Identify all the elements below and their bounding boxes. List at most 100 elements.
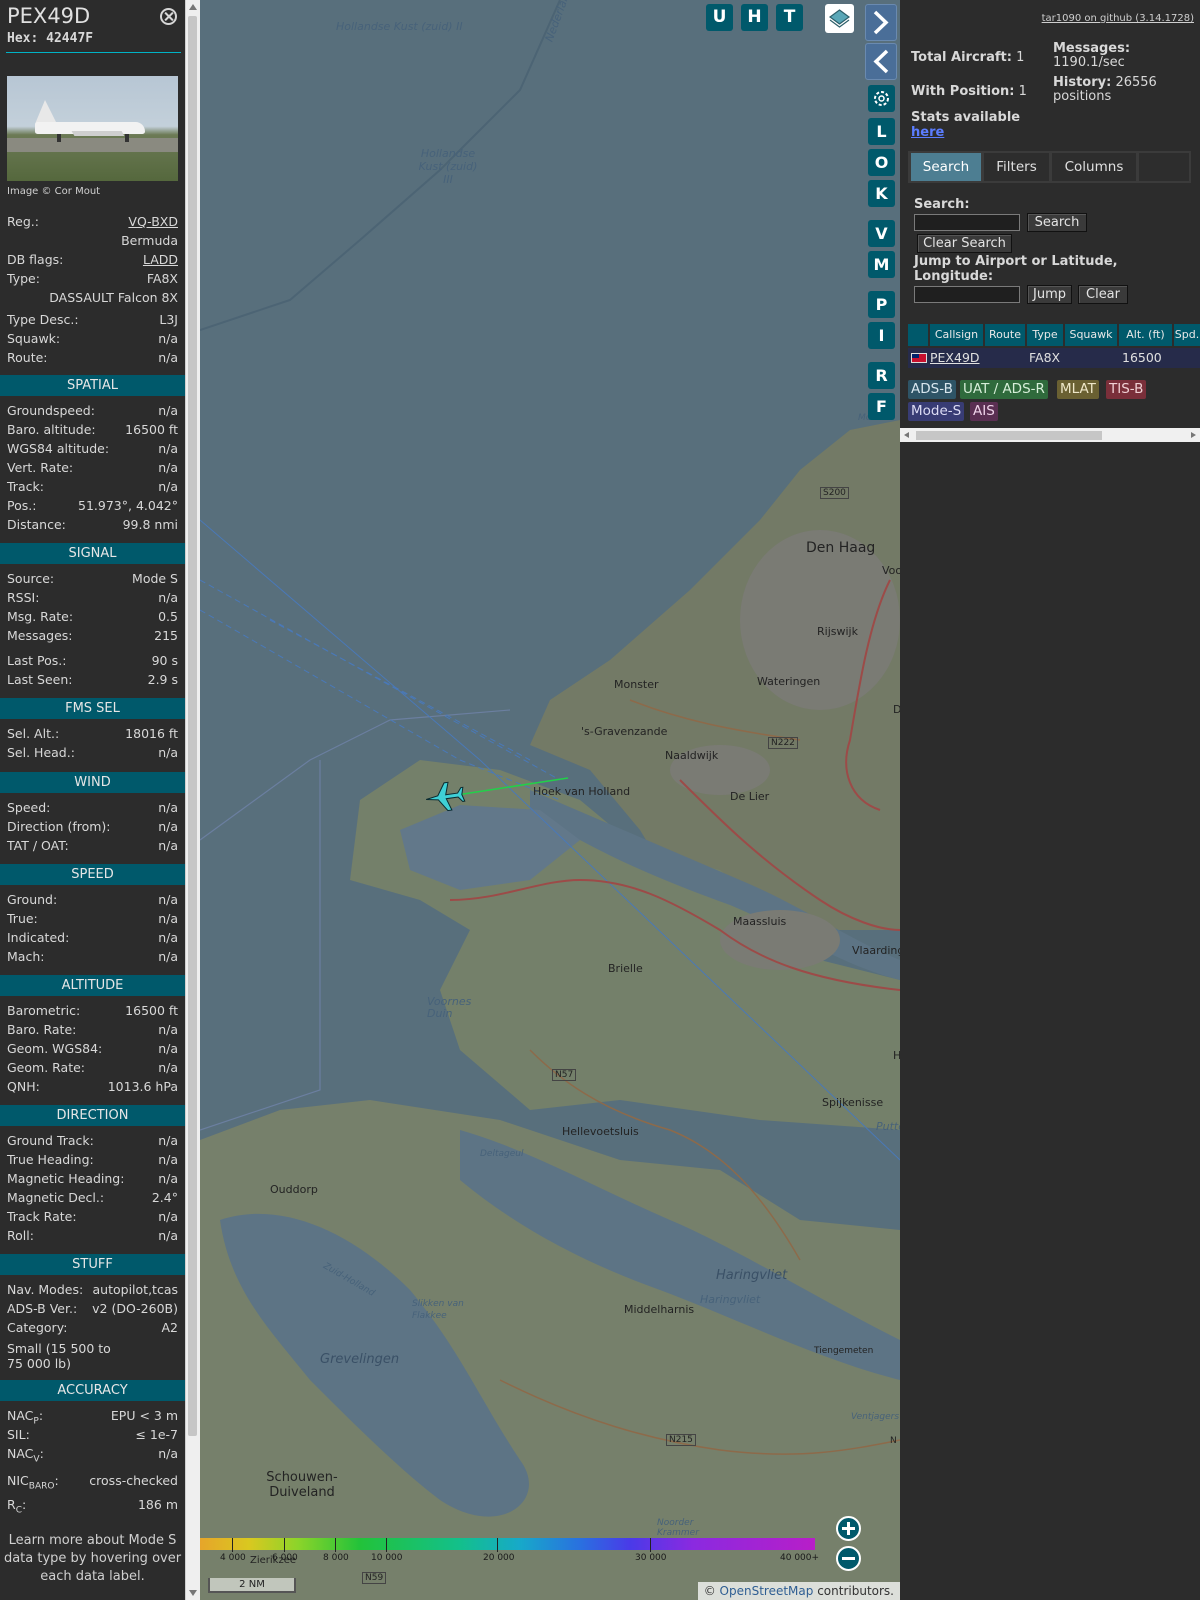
with-position-value: 1 — [1018, 84, 1027, 99]
nav-modes-value: autopilot,tcas — [92, 1282, 178, 1297]
info-row-msg-rate: Msg. Rate: 0.5 — [7, 609, 178, 627]
m-button[interactable]: M — [868, 251, 895, 278]
tab-search[interactable]: Search — [911, 153, 981, 181]
info-row-sel-head: Sel. Head.: n/a — [7, 745, 178, 763]
map-label-s200: S200 — [820, 487, 849, 499]
last-seen-value: 2.9 s — [147, 672, 178, 687]
vert-rate-label: Vert. Rate: — [7, 460, 74, 475]
tat-oat-value: n/a — [158, 838, 178, 853]
messages-rate-label: Messages: — [1053, 41, 1131, 56]
map-view[interactable]: Hollandse Kust (zuid) II Hollandse Kust … — [200, 0, 900, 1600]
source-label: Source: — [7, 571, 55, 586]
ground-speed-label: Ground: — [7, 892, 58, 907]
info-row-nacp: NACP: EPU < 3 m — [7, 1408, 178, 1427]
column-header-route[interactable]: Route — [985, 324, 1025, 346]
info-row-geom-rate: Geom. Rate: n/a — [7, 1060, 178, 1078]
r-button[interactable]: R — [868, 362, 895, 389]
rc-label: RC: — [7, 1497, 27, 1516]
clear-search-button[interactable]: Clear Search — [917, 234, 1012, 253]
column-header-callsign[interactable]: Callsign — [930, 324, 983, 346]
altitude-tick — [232, 1538, 233, 1552]
true-speed-value: n/a — [158, 911, 178, 926]
info-row-sil: SIL: ≤ 1e-7 — [7, 1427, 178, 1445]
scroll-right-icon[interactable] — [1191, 432, 1196, 438]
info-row-track: Track: n/a — [7, 479, 178, 497]
search-input[interactable] — [914, 214, 1020, 231]
o-button[interactable]: O — [868, 149, 895, 176]
reg-link[interactable]: VQ-BXD — [128, 214, 178, 229]
close-icon[interactable] — [160, 8, 177, 25]
history-label: History: — [1053, 75, 1112, 90]
column-header-altitude[interactable]: Alt. (ft) — [1119, 324, 1172, 346]
jump-input[interactable] — [914, 286, 1020, 303]
zoom-out-button[interactable] — [836, 1546, 861, 1571]
dbflags-link[interactable]: LADD — [143, 252, 178, 267]
u-button[interactable]: U — [706, 4, 733, 31]
i-button[interactable]: I — [868, 322, 895, 349]
row-callsign[interactable]: PEX49D — [930, 350, 980, 365]
geom-rate-label: Geom. Rate: — [7, 1060, 86, 1075]
k-button[interactable]: K — [868, 180, 895, 207]
info-row-adsb-ver: ADS-B Ver.: v2 (DO-260B) — [7, 1301, 178, 1319]
history: History: 26556 positions — [1053, 76, 1193, 104]
zoom-in-button[interactable] — [836, 1516, 861, 1541]
map-label-n222: N222 — [768, 737, 798, 749]
mode-s-hint: Learn more about Mode S data type by hov… — [3, 1533, 182, 1584]
search-button[interactable]: Search — [1027, 213, 1087, 232]
show-sidebar-button[interactable] — [865, 43, 897, 80]
column-header-type[interactable]: Type — [1027, 324, 1063, 346]
l-button[interactable]: L — [868, 118, 895, 145]
info-row-roll: Roll: n/a — [7, 1228, 178, 1246]
scroll-left-icon[interactable] — [904, 432, 909, 438]
v-button[interactable]: V — [868, 220, 895, 247]
scroll-up-icon[interactable] — [189, 4, 197, 10]
column-header-flag[interactable] — [908, 324, 928, 346]
github-link[interactable]: tar1090 on github (3.14.1728) — [1042, 13, 1194, 24]
route-value: n/a — [158, 350, 178, 365]
scrollbar-thumb[interactable] — [916, 431, 1102, 440]
sil-label: SIL: — [7, 1427, 30, 1442]
map-label-schouwen: Schouwen- Duiveland — [266, 1470, 338, 1500]
stats-here-link[interactable]: here — [911, 125, 944, 140]
column-header-squawk[interactable]: Squawk — [1065, 324, 1117, 346]
track-rate-label: Track Rate: — [7, 1209, 77, 1224]
tab-columns[interactable]: Columns — [1052, 153, 1136, 181]
type-value: FA8X — [146, 271, 178, 286]
ground-speed-value: n/a — [158, 892, 178, 907]
jump-label: Jump to Airport or Latitude, Longitude: — [914, 254, 1118, 284]
tab-filters[interactable]: Filters — [984, 153, 1049, 181]
tab-empty[interactable] — [1139, 153, 1189, 181]
scrollbar-thumb[interactable] — [188, 16, 197, 1436]
clear-button[interactable]: Clear — [1078, 285, 1128, 304]
total-aircraft-label: Total Aircraft: — [911, 50, 1012, 65]
info-row-indicated-speed: Indicated: n/a — [7, 930, 178, 948]
hide-sidebar-button[interactable] — [865, 4, 897, 41]
scroll-down-icon[interactable] — [189, 1590, 197, 1596]
p-button[interactable]: P — [868, 291, 895, 318]
map-label-vlaarding: Vlaarding — [852, 944, 900, 957]
table-horizontal-scrollbar[interactable] — [900, 428, 1200, 442]
f-button[interactable]: F — [868, 393, 895, 420]
badge-mode-s: Mode-S — [908, 402, 965, 421]
info-panel-scrollbar[interactable] — [185, 0, 200, 1600]
true-heading-value: n/a — [158, 1152, 178, 1167]
aircraft-photo[interactable] — [7, 76, 178, 181]
settings-button[interactable] — [868, 85, 895, 112]
column-header-speed[interactable]: Spd. — [1174, 324, 1200, 346]
jump-button[interactable]: Jump — [1027, 285, 1072, 304]
osm-link[interactable]: OpenStreetMap — [720, 1584, 814, 1598]
ground-track-label: Ground Track: — [7, 1133, 94, 1148]
section-spatial: SPATIAL — [0, 375, 185, 396]
info-row-route: Route: n/a — [7, 350, 178, 368]
indicated-speed-label: Indicated: — [7, 930, 70, 945]
messages-rate-value: 1190.1/sec — [1053, 55, 1125, 70]
table-row[interactable]: PEX49D FA8X 16500 — [908, 348, 1200, 368]
map-label-n-right: N — [890, 1436, 897, 1446]
map-label-gravenzande: 's-Gravenzande — [581, 725, 668, 738]
info-row-groundspeed: Groundspeed: n/a — [7, 403, 178, 421]
track-label: Track: — [7, 479, 44, 494]
t-button[interactable]: T — [776, 4, 803, 31]
h-button[interactable]: H — [741, 4, 768, 31]
layers-button[interactable] — [825, 4, 854, 33]
map-label-de-lier: De Lier — [730, 790, 770, 803]
